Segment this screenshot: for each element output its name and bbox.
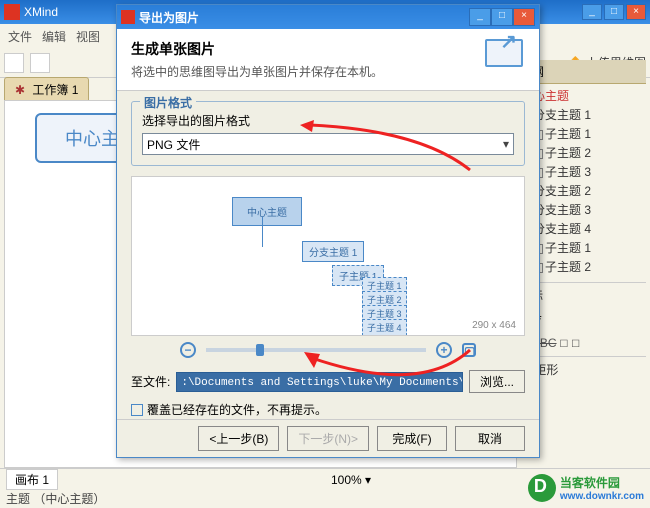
zoom-indicator[interactable]: 100% ▾ — [331, 473, 371, 487]
toolbar-button[interactable] — [4, 53, 24, 73]
dialog-icon — [121, 10, 135, 24]
dialog-maximize[interactable]: □ — [491, 8, 513, 26]
logo-url: www.downkr.com — [560, 491, 644, 502]
back-button[interactable]: <上一步(B) — [198, 426, 279, 451]
menu-view[interactable]: 视图 — [72, 26, 104, 47]
watermark-logo: 当客软件园 www.downkr.com — [528, 474, 644, 502]
logo-icon — [528, 474, 556, 502]
preview-branch: 分支主题 1 — [302, 241, 364, 262]
preview-leaf: 子主题 4 — [362, 319, 407, 336]
file-path-input[interactable]: :\Documents and Settings\luke\My Documen… — [176, 372, 463, 392]
slider-thumb[interactable] — [256, 344, 264, 356]
dialog-close[interactable]: × — [513, 8, 535, 26]
dialog-title: 导出为图片 — [139, 9, 469, 26]
export-icon — [485, 39, 525, 79]
file-label: 至文件: — [131, 373, 170, 390]
format-label: 选择导出的图片格式 — [142, 112, 514, 129]
preview-root: 中心主题 — [232, 197, 302, 226]
sheet-tab[interactable]: 画布 1 — [6, 469, 58, 490]
preview-pane: 中心主题 分支主题 1 子主题 1 子主题 1 子主题 2 子主题 3 子主题 … — [131, 176, 525, 336]
logo-name: 当客软件园 — [560, 476, 620, 490]
finish-button[interactable]: 完成(F) — [377, 426, 447, 451]
zoom-in-button[interactable]: + — [436, 342, 452, 358]
zoom-out-button[interactable]: − — [180, 342, 196, 358]
groupbox-title: 图片格式 — [140, 94, 196, 111]
export-image-dialog: 导出为图片 _ □ × 生成单张图片 将选中的思维图导出为单张图片并保存在本机。… — [116, 4, 540, 458]
overwrite-checkbox[interactable] — [131, 404, 143, 416]
dialog-heading: 生成单张图片 — [131, 39, 525, 59]
zoom-slider-row: − + ▢ — [131, 342, 525, 358]
overwrite-label: 覆盖已经存在的文件，不再提示。 — [147, 401, 327, 418]
menu-file[interactable]: 文件 — [4, 26, 36, 47]
tab-label: 工作簿 1 — [32, 83, 78, 97]
overwrite-row[interactable]: 覆盖已经存在的文件，不再提示。 — [131, 401, 525, 418]
zoom-slider[interactable] — [206, 348, 426, 352]
dialog-subheading: 将选中的思维图导出为单张图片并保存在本机。 — [131, 63, 525, 80]
close-button[interactable]: × — [626, 4, 646, 20]
minimize-button[interactable]: _ — [582, 4, 602, 20]
document-tab[interactable]: ✱ 工作簿 1 — [4, 77, 89, 102]
format-groupbox: 图片格式 选择导出的图片格式 PNG 文件 ▾ — [131, 101, 525, 166]
format-value: PNG 文件 — [147, 136, 200, 153]
tab-icon: ✱ — [15, 83, 25, 97]
format-select[interactable]: PNG 文件 ▾ — [142, 133, 514, 155]
dialog-minimize[interactable]: _ — [469, 8, 491, 26]
dialog-header: 生成单张图片 将选中的思维图导出为单张图片并保存在本机。 — [117, 29, 539, 91]
maximize-button[interactable]: □ — [604, 4, 624, 20]
menu-edit[interactable]: 编辑 — [38, 26, 70, 47]
browse-button[interactable]: 浏览... — [469, 370, 525, 393]
dialog-titlebar[interactable]: 导出为图片 _ □ × — [117, 5, 539, 29]
preview-dimensions: 290 x 464 — [472, 320, 516, 331]
app-icon — [4, 4, 20, 20]
dialog-footer: <上一步(B) 下一步(N)> 完成(F) 取消 — [117, 419, 539, 457]
file-path-row: 至文件: :\Documents and Settings\luke\My Do… — [131, 370, 525, 393]
toolbar-button[interactable] — [30, 53, 50, 73]
zoom-reset-button[interactable]: ▢ — [462, 343, 476, 357]
next-button: 下一步(N)> — [287, 426, 369, 451]
cancel-button[interactable]: 取消 — [455, 426, 525, 451]
dropdown-icon: ▾ — [503, 137, 509, 151]
